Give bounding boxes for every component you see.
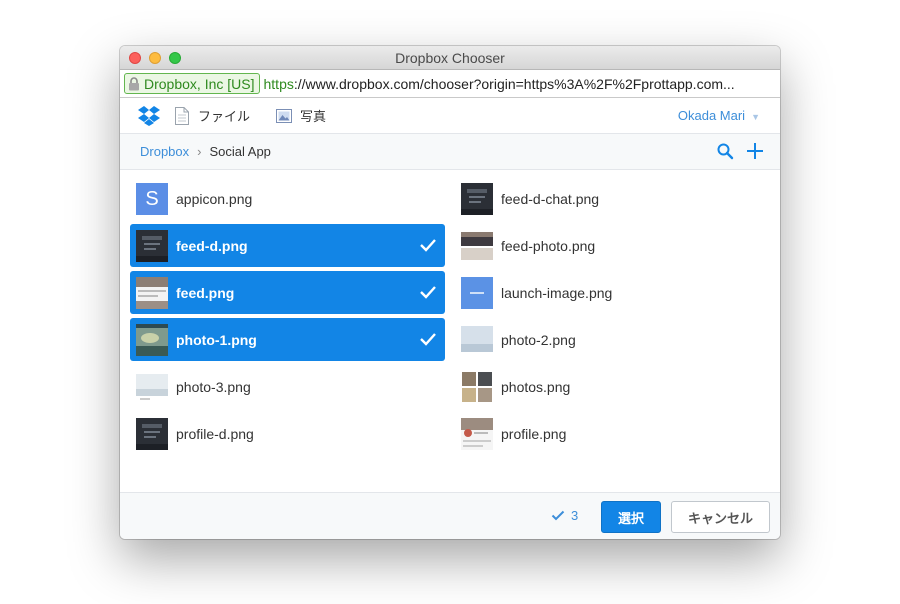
file-thumbnail: S	[136, 182, 168, 215]
file-name: profile-d.png	[176, 425, 254, 442]
file-item[interactable]: photo-2.png	[455, 318, 770, 361]
file-item[interactable]: photos.png	[455, 365, 770, 408]
file-thumbnail	[461, 323, 493, 356]
file-thumbnail	[461, 417, 493, 450]
folder-actions	[716, 142, 764, 160]
window-title: Dropbox Chooser	[395, 50, 505, 66]
file-thumbnail	[136, 323, 168, 356]
file-item[interactable]: photo-1.png	[130, 318, 445, 361]
chooser-footer: 3 選択 キャンセル	[120, 492, 780, 539]
file-name: profile.png	[501, 425, 567, 442]
file-item[interactable]: feed-d.png	[130, 224, 445, 267]
chevron-down-icon: ▼	[751, 112, 760, 122]
file-list: Sappicon.png feed-d-chat.png feed-d.png fee…	[120, 170, 780, 488]
title-bar: Dropbox Chooser	[120, 46, 780, 70]
ev-certificate-badge[interactable]: Dropbox, Inc [US]	[124, 73, 260, 94]
file-thumbnail	[461, 276, 493, 309]
tab-files-label: ファイル	[198, 109, 251, 124]
url-text: ://www.dropbox.com/chooser?origin=https%…	[293, 75, 735, 92]
file-item[interactable]: profile.png	[455, 412, 770, 455]
checkmark-icon	[420, 239, 436, 252]
file-thumbnail	[136, 229, 168, 262]
user-menu[interactable]: Okada Mari ▼	[678, 98, 760, 135]
file-name: feed.png	[176, 284, 235, 301]
document-icon	[175, 106, 189, 125]
file-thumbnail	[461, 182, 493, 215]
file-name: appicon.png	[176, 190, 253, 207]
file-item[interactable]: launch-image.png	[455, 271, 770, 314]
file-thumbnail	[461, 370, 493, 403]
tab-photos[interactable]: 写真	[276, 106, 326, 125]
file-item[interactable]: photo-3.png	[130, 365, 445, 408]
dropbox-logo-icon[interactable]	[138, 105, 160, 126]
file-thumbnail	[461, 229, 493, 262]
chooser-window: Dropbox Chooser Dropbox, Inc [US] https:…	[120, 46, 780, 539]
close-window-button[interactable]	[129, 52, 141, 64]
ev-label: Dropbox, Inc [US]	[144, 75, 255, 92]
file-name: feed-photo.png	[501, 237, 596, 254]
file-name: feed-d.png	[176, 237, 248, 254]
checkmark-icon	[420, 286, 436, 299]
user-name: Okada Mari	[677, 108, 746, 123]
file-thumbnail	[136, 276, 168, 309]
chooser-toolbar: ファイル 写真 Okada Mari ▼	[120, 98, 780, 134]
tab-photos-label: 写真	[300, 109, 327, 124]
tab-files[interactable]: ファイル	[174, 106, 250, 125]
file-item[interactable]: Sappicon.png	[130, 177, 445, 220]
url-scheme: https	[263, 75, 294, 92]
file-item[interactable]: feed-d-chat.png	[455, 177, 770, 220]
app-icon-letter: S	[136, 182, 168, 215]
file-item[interactable]: feed-photo.png	[455, 224, 770, 267]
checkmark-icon	[551, 510, 565, 521]
photo-icon	[276, 108, 293, 123]
minimize-window-button[interactable]	[149, 52, 161, 64]
breadcrumb: Dropbox › Social App	[120, 134, 780, 170]
choose-button[interactable]: 選択	[601, 501, 661, 533]
file-thumbnail	[136, 417, 168, 450]
lock-icon	[129, 76, 139, 90]
cancel-button[interactable]: キャンセル	[671, 501, 770, 533]
file-name: feed-d-chat.png	[501, 190, 600, 207]
breadcrumb-root-link[interactable]: Dropbox	[140, 144, 189, 159]
checkmark-icon	[420, 333, 436, 346]
search-icon[interactable]	[716, 142, 734, 160]
breadcrumb-current: Social App	[209, 144, 271, 159]
file-name: photos.png	[501, 378, 571, 395]
file-name: photo-3.png	[176, 378, 251, 395]
file-thumbnail	[136, 370, 168, 403]
breadcrumb-separator: ›	[197, 144, 202, 159]
file-item[interactable]: profile-d.png	[130, 412, 445, 455]
add-icon[interactable]	[746, 142, 764, 160]
address-bar[interactable]: Dropbox, Inc [US] https://www.dropbox.co…	[120, 70, 780, 98]
selection-count: 3	[551, 508, 578, 523]
file-name: photo-2.png	[501, 331, 576, 348]
file-name: launch-image.png	[501, 284, 613, 301]
file-item[interactable]: feed.png	[130, 271, 445, 314]
maximize-window-button[interactable]	[169, 52, 181, 64]
selection-count-value: 3	[571, 508, 579, 523]
file-name: photo-1.png	[176, 331, 257, 348]
